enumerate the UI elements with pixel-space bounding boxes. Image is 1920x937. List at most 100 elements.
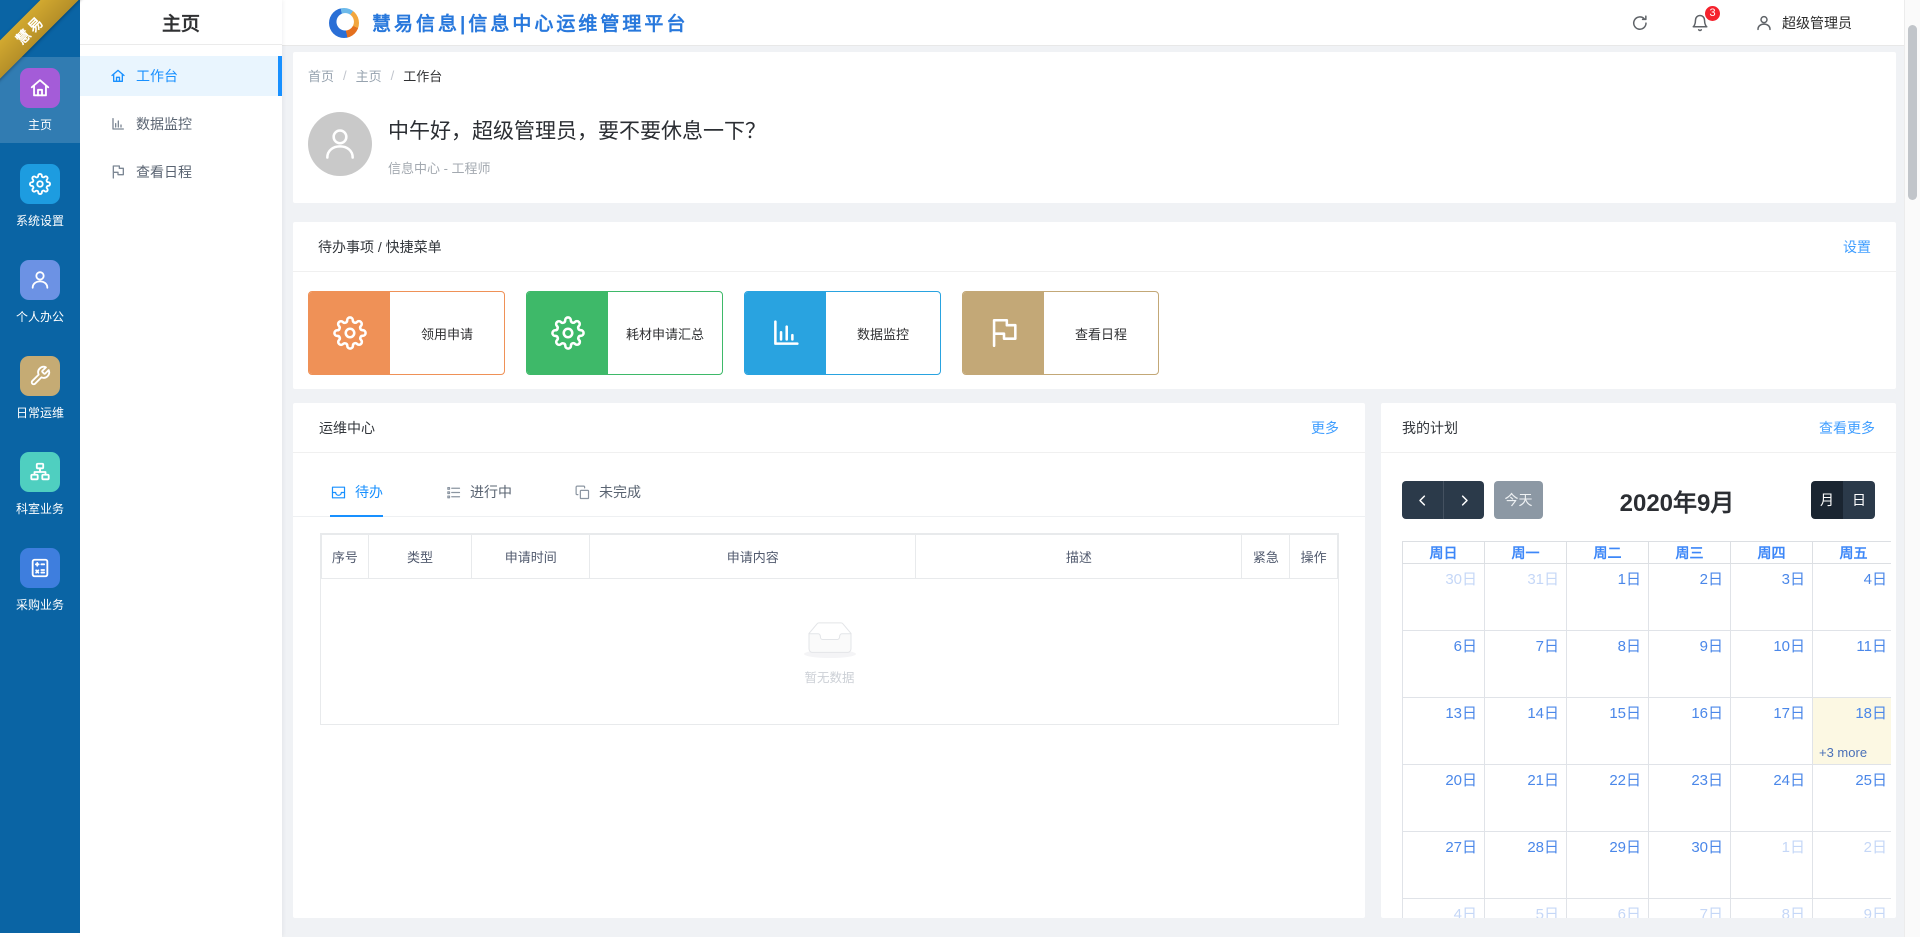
org-icon: [29, 461, 51, 483]
calendar-day-number: 23日: [1655, 769, 1723, 790]
gear-icon: [333, 316, 367, 350]
sidebar-item-system-settings[interactable]: 系统设置: [0, 153, 80, 239]
calendar-day-cell[interactable]: 9日: [1813, 899, 1892, 919]
calendar-day-cell[interactable]: 21日: [1485, 765, 1567, 832]
calendar-day-number: 9日: [1819, 903, 1887, 918]
tab-unfinished[interactable]: 未完成: [574, 480, 641, 516]
calendar-day-cell[interactable]: 4日: [1813, 564, 1892, 631]
calendar-day-cell[interactable]: 20日: [1403, 765, 1485, 832]
quick-card-consumables-summary[interactable]: 耗材申请汇总: [526, 291, 723, 375]
secondary-sidebar-items: 工作台 数据监控 查看日程: [80, 45, 282, 192]
user-icon: [1755, 14, 1773, 32]
calendar-day-cell[interactable]: 8日: [1567, 631, 1649, 698]
calendar-day-cell[interactable]: 30日: [1649, 832, 1731, 899]
calendar-day-number: 14日: [1491, 702, 1559, 723]
calendar-day-cell[interactable]: 3日: [1731, 564, 1813, 631]
calendar-day-cell[interactable]: 9日: [1649, 631, 1731, 698]
quick-card-schedule[interactable]: 查看日程: [962, 291, 1159, 375]
calendar-day-number: 15日: [1573, 702, 1641, 723]
vertical-scrollbar[interactable]: [1904, 0, 1920, 937]
refresh-button[interactable]: [1631, 14, 1649, 32]
calendar-week-row: 30日 31日 1日 2日 3日: [1403, 564, 1892, 631]
calendar-week-row: 6日 7日 8日 9日 10日: [1403, 631, 1892, 698]
calendar-day-cell[interactable]: 31日: [1485, 564, 1567, 631]
breadcrumb-home[interactable]: 首页: [308, 66, 334, 85]
user-menu[interactable]: 超级管理员: [1755, 13, 1852, 33]
calendar-day-cell[interactable]: 24日: [1731, 765, 1813, 832]
calendar-day-cell[interactable]: 25日: [1813, 765, 1892, 832]
sidebar-item-home[interactable]: 主页: [0, 57, 80, 143]
prev-month-button[interactable]: [1402, 481, 1443, 519]
app-window: 慧易 主页 系统设置 个人办公 日常运维 科室业务 采购业务 主页 工作台 数据…: [0, 0, 1920, 937]
settings-link[interactable]: 设置: [1843, 237, 1871, 257]
quick-menu-title: 待办事项 / 快捷菜单: [318, 237, 442, 257]
calendar-day-cell[interactable]: 2日: [1813, 832, 1892, 899]
calendar-day-cell[interactable]: 17日: [1731, 698, 1813, 765]
person-icon: [321, 125, 359, 163]
calendar-day-cell[interactable]: 1日: [1567, 564, 1649, 631]
table-column-header: 描述: [916, 535, 1242, 579]
tab-todo[interactable]: 待办: [330, 480, 383, 516]
breadcrumb-separator: /: [343, 68, 347, 83]
view-more-link[interactable]: 查看更多: [1819, 418, 1875, 438]
calendar-day-cell[interactable]: 7日: [1485, 631, 1567, 698]
calendar-day-cell[interactable]: 15日: [1567, 698, 1649, 765]
calendar-day-cell[interactable]: 6日: [1403, 631, 1485, 698]
greeting-title: 中午好，超级管理员，要不要休息一下？: [388, 115, 766, 145]
calendar-day-cell[interactable]: 16日: [1649, 698, 1731, 765]
calendar-day-number: 30日: [1409, 568, 1477, 589]
calendar-day-cell[interactable]: 7日: [1649, 899, 1731, 919]
table-column-header: 操作: [1290, 535, 1338, 579]
sidebar-item-label: 采购业务: [16, 596, 64, 613]
calendar-day-cell[interactable]: 2日: [1649, 564, 1731, 631]
notifications-button[interactable]: 3: [1691, 14, 1709, 32]
calendar-day-cell[interactable]: 10日: [1731, 631, 1813, 698]
gear-icon-block: [309, 292, 390, 374]
calendar-day-cell[interactable]: 18日 +3 more: [1813, 698, 1892, 765]
calendar-day-cell[interactable]: 22日: [1567, 765, 1649, 832]
gear-icon: [551, 316, 585, 350]
calendar-day-cell[interactable]: 13日: [1403, 698, 1485, 765]
today-button[interactable]: 今天: [1494, 481, 1543, 519]
sidebar-item-daily-ops[interactable]: 日常运维: [0, 345, 80, 431]
calendar-day-cell[interactable]: 23日: [1649, 765, 1731, 832]
quick-card-requisition[interactable]: 领用申请: [308, 291, 505, 375]
month-view-button[interactable]: 月: [1811, 481, 1843, 519]
calendar-day-cell[interactable]: 8日: [1731, 899, 1813, 919]
calendar-day-cell[interactable]: 27日: [1403, 832, 1485, 899]
sidebar-item-dept-business[interactable]: 科室业务: [0, 441, 80, 527]
calendar-day-cell[interactable]: 1日: [1731, 832, 1813, 899]
calendar-day-cell[interactable]: 29日: [1567, 832, 1649, 899]
chevron-left-icon: [1415, 493, 1430, 508]
home-icon: [29, 77, 51, 99]
menu-item-label: 查看日程: [136, 162, 192, 182]
calendar-day-cell[interactable]: 11日: [1813, 631, 1892, 698]
calendar-day-cell[interactable]: 30日: [1403, 564, 1485, 631]
quick-card-label: 数据监控: [826, 292, 940, 374]
menu-item-data-monitor[interactable]: 数据监控: [80, 104, 282, 144]
calendar-day-cell[interactable]: 5日: [1485, 899, 1567, 919]
next-month-button[interactable]: [1443, 481, 1484, 519]
user-icon-tile: [20, 260, 60, 300]
ops-table-header-row: 序号类型申请时间申请内容描述紧急操作: [322, 535, 1338, 579]
tab-in-progress[interactable]: 进行中: [445, 480, 512, 516]
day-view-button[interactable]: 日: [1843, 481, 1875, 519]
calendar-day-cell[interactable]: 28日: [1485, 832, 1567, 899]
more-link[interactable]: 更多: [1311, 418, 1339, 438]
calendar-more-link[interactable]: +3 more: [1819, 745, 1887, 760]
brand-logo-icon: [329, 8, 359, 38]
tab-label: 未完成: [599, 482, 641, 502]
sidebar-item-purchase-business[interactable]: 采购业务: [0, 537, 80, 623]
scrollbar-thumb[interactable]: [1908, 25, 1917, 200]
breadcrumb-main[interactable]: 主页: [356, 66, 382, 85]
menu-item-workbench[interactable]: 工作台: [80, 56, 282, 96]
sidebar-item-personal-office[interactable]: 个人办公: [0, 249, 80, 335]
quick-card-data-monitor[interactable]: 数据监控: [744, 291, 941, 375]
chart-icon: [769, 316, 803, 350]
calendar-day-cell[interactable]: 4日: [1403, 899, 1485, 919]
menu-item-schedule[interactable]: 查看日程: [80, 152, 282, 192]
sidebar-item-label: 科室业务: [16, 500, 64, 517]
calendar-day-cell[interactable]: 6日: [1567, 899, 1649, 919]
calendar-toolbar: 今天 2020年9月 月 日: [1402, 481, 1875, 519]
calendar-day-cell[interactable]: 14日: [1485, 698, 1567, 765]
